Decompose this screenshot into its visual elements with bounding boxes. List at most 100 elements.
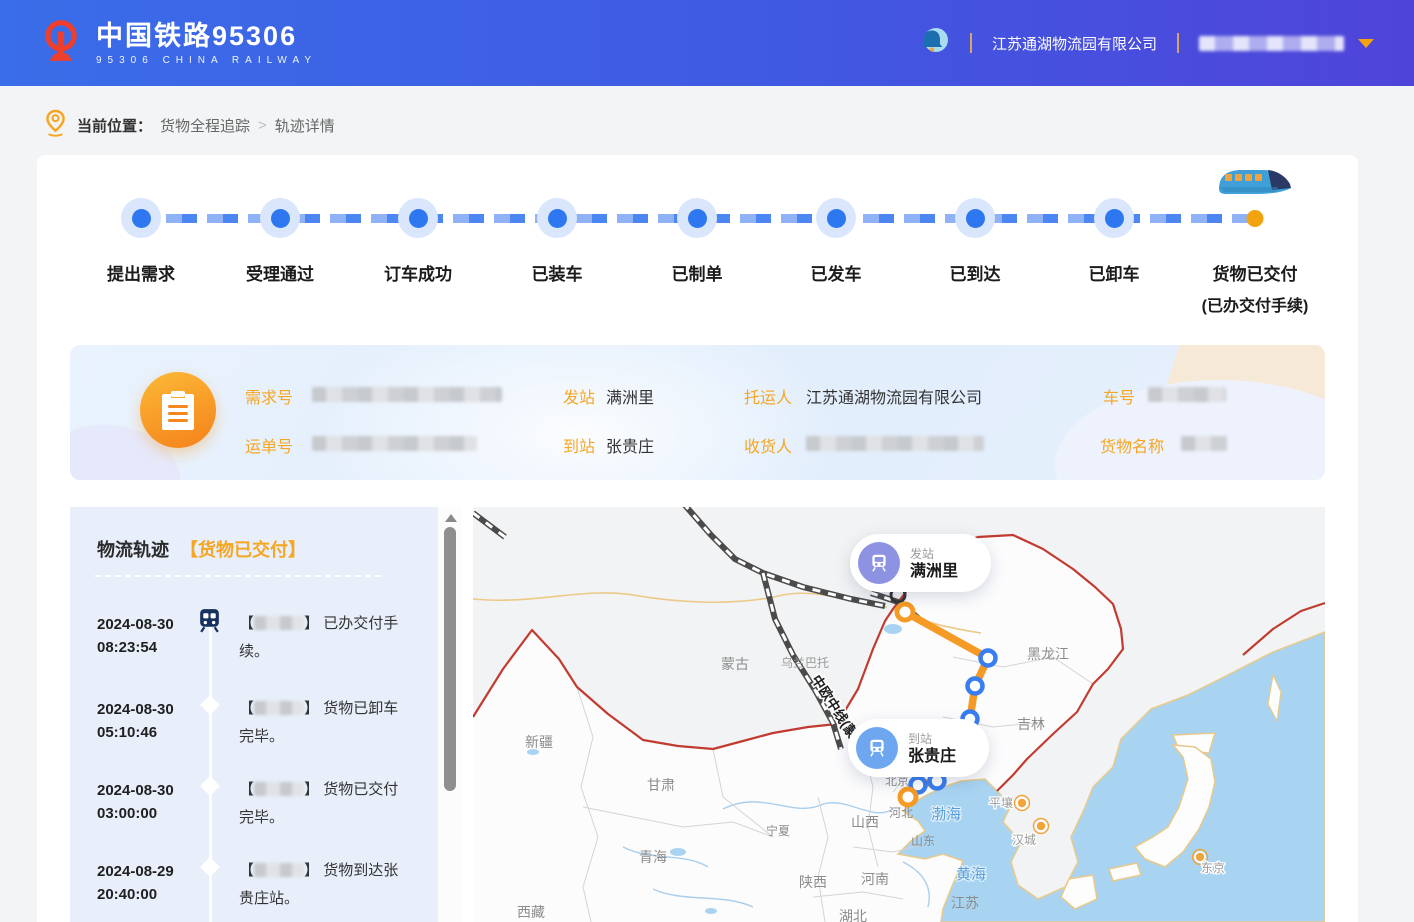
route-origin-marker — [897, 604, 913, 620]
field-label: 收货人 — [744, 433, 792, 457]
map-label: 青海 — [639, 849, 667, 865]
brand-subtitle: 95306 CHINA RAILWAY — [96, 55, 317, 66]
field-value-redacted — [806, 435, 984, 453]
username-redacted[interactable] — [1199, 36, 1344, 51]
stage-node — [398, 198, 438, 238]
stage-node-current — [1247, 210, 1264, 227]
map-label-city: 汉城 — [1012, 833, 1036, 847]
destination-name: 张贵庄 — [908, 748, 956, 766]
route-waypoint — [968, 679, 983, 694]
stage-sublabel-current: (已办交付手续) — [1202, 292, 1309, 316]
page: 中国铁路95306 95306 CHINA RAILWAY 江苏通湖物流园有限公… — [0, 0, 1414, 922]
app-header: 中国铁路95306 95306 CHINA RAILWAY 江苏通湖物流园有限公… — [0, 0, 1414, 86]
map-label: 陕西 — [799, 874, 827, 890]
stage-label: 提出需求 — [107, 260, 175, 285]
field-value-redacted — [312, 435, 477, 453]
location-pin-icon — [44, 108, 67, 142]
station-redacted — [254, 863, 304, 877]
map-label: 新疆 — [525, 734, 553, 750]
breadcrumb-label: 当前位置： — [77, 115, 152, 136]
map-label: 江苏 — [951, 895, 979, 911]
entry-message: 【】 货物已交付完毕。 — [239, 776, 405, 832]
route-waypoint — [981, 651, 996, 666]
field-label: 货物名称 — [1100, 433, 1164, 457]
tracking-status: 【货物已交付】 — [180, 540, 306, 560]
tracking-panel: 物流轨迹 【货物已交付】 2024-08-3008:23:54 【】 已办交付手… — [70, 507, 438, 922]
field-label: 发站 — [563, 384, 595, 408]
route-destination-marker — [900, 789, 916, 805]
scrollbar-up-arrow[interactable] — [445, 514, 457, 522]
header-divider — [970, 33, 972, 53]
bell-icon[interactable] — [916, 24, 950, 63]
stage-node — [260, 198, 300, 238]
map-label: 西藏 — [517, 904, 545, 920]
train-marker-icon — [196, 607, 223, 639]
map-label: 河北 — [889, 806, 913, 820]
bullet-train-icon — [1216, 163, 1294, 202]
field-value: 张贵庄 — [606, 433, 654, 457]
map-label: 山西 — [851, 814, 879, 830]
breadcrumb-separator: > — [258, 117, 267, 134]
station-redacted — [254, 701, 304, 715]
entry-message: 【】 货物已卸车完毕。 — [239, 695, 405, 751]
stage-label: 订车成功 — [384, 260, 452, 285]
stage-label: 已发车 — [811, 260, 862, 285]
stage-node — [121, 198, 161, 238]
company-name[interactable]: 江苏通湖物流园有限公司 — [992, 33, 1157, 54]
divider — [95, 575, 381, 577]
stage-node — [537, 198, 577, 238]
decor-blob — [320, 345, 840, 480]
map-label-city: 平壤 — [989, 795, 1013, 810]
breadcrumb-item-detail: 轨迹详情 — [275, 115, 335, 136]
stage-node — [1094, 198, 1134, 238]
map-label: 山东 — [911, 834, 935, 848]
station-train-icon — [858, 542, 900, 584]
lake — [705, 908, 717, 914]
chevron-down-icon[interactable] — [1358, 39, 1374, 48]
breadcrumb-item-tracking[interactable]: 货物全程追踪 — [160, 115, 250, 136]
entry-message: 【】 货物到达张贵庄站。 — [239, 857, 405, 913]
entry-datetime: 2024-08-3003:00:00 — [97, 779, 202, 825]
map-label-city: 东京 — [1201, 861, 1225, 875]
lake — [670, 848, 686, 856]
stage-label: 已卸车 — [1089, 260, 1140, 285]
stage-node — [677, 198, 717, 238]
field-value: 江苏通湖物流园有限公司 — [806, 384, 982, 408]
diamond-marker — [200, 857, 220, 877]
diamond-marker — [200, 695, 220, 715]
brand[interactable]: 中国铁路95306 95306 CHINA RAILWAY — [38, 18, 317, 69]
map-label: 甘肃 — [647, 777, 675, 793]
field-label: 托运人 — [744, 384, 792, 408]
origin-name: 满洲里 — [910, 563, 958, 581]
stage-label: 已到达 — [950, 260, 1001, 285]
field-label: 运单号 — [245, 433, 293, 457]
stage-node — [816, 198, 856, 238]
tracking-title: 物流轨迹 — [97, 540, 169, 560]
entry-datetime: 2024-08-3005:10:46 — [97, 698, 202, 744]
destination-popup[interactable]: 到站 张贵庄 — [848, 719, 989, 777]
station-redacted — [254, 782, 304, 796]
stage-label-current: 货物已交付 — [1213, 260, 1298, 285]
destination-label: 到站 — [908, 730, 956, 748]
map-label: 吉林 — [1017, 716, 1045, 732]
route-map[interactable]: 中欧中线(蒙段) — [473, 507, 1325, 922]
field-label: 需求号 — [245, 384, 293, 408]
entry-datetime: 2024-08-2920:40:00 — [97, 860, 202, 906]
map-label: 黑龙江 — [1027, 646, 1069, 662]
scrollbar-thumb[interactable] — [444, 527, 456, 791]
map-label-sea: 渤海 — [931, 806, 961, 823]
map-label: 河南 — [861, 871, 889, 887]
stage-node — [955, 198, 995, 238]
origin-popup[interactable]: 发站 满洲里 — [850, 534, 991, 592]
field-value-redacted — [1148, 386, 1226, 404]
origin-label: 发站 — [910, 545, 958, 563]
field-label: 车号 — [1103, 384, 1135, 408]
china-railway-logo-icon — [38, 18, 84, 69]
stage-label: 受理通过 — [246, 260, 314, 285]
field-label: 到站 — [563, 433, 595, 457]
entry-datetime: 2024-08-3008:23:54 — [97, 613, 202, 659]
map-label: 蒙古 — [721, 656, 749, 672]
brand-title: 中国铁路95306 — [96, 21, 317, 51]
field-value: 满洲里 — [606, 384, 654, 408]
tracking-timeline-line — [209, 625, 212, 922]
